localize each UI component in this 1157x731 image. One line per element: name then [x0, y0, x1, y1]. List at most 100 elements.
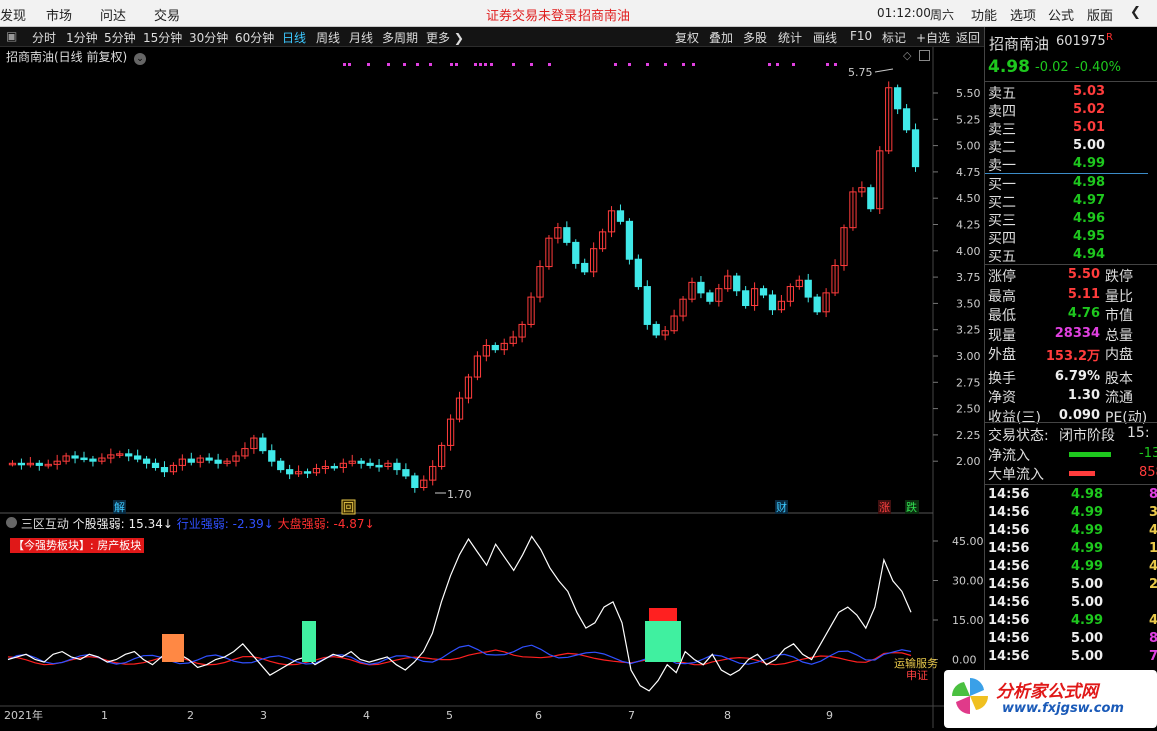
button-multi-stock[interactable]: 多股: [743, 29, 767, 46]
signal-dot: [490, 63, 493, 66]
tab-multi-period[interactable]: 多周期: [382, 29, 418, 46]
signal-dot: [768, 63, 771, 66]
indicator-tick-label: 0.00: [952, 654, 977, 667]
candle-body: [357, 460, 365, 464]
button-draw[interactable]: 画线: [813, 29, 837, 46]
signal-dot: [628, 63, 631, 66]
tab-weekly[interactable]: 周线: [316, 29, 340, 46]
indicator-name[interactable]: 三区互动: [21, 517, 69, 531]
stat-value: 153.2万: [1045, 349, 1100, 364]
tab-5min[interactable]: 5分钟: [104, 29, 136, 46]
candle-body: [768, 294, 777, 311]
signal-dot: [614, 63, 617, 66]
candle-body: [35, 462, 43, 466]
tab-60min[interactable]: 60分钟: [235, 29, 274, 46]
indicator-tick-label: 15.00: [952, 614, 984, 627]
tab-intraday[interactable]: 分时: [32, 29, 56, 46]
menu-trade[interactable]: 交易: [154, 5, 180, 24]
price-tick-label: 2.75: [956, 376, 981, 389]
menu-market[interactable]: 市场: [46, 5, 72, 24]
marker-unlock[interactable]: 解: [114, 500, 125, 514]
signal-dot: [792, 63, 795, 66]
stat-label2: 内盘: [1105, 347, 1133, 363]
candle-body: [581, 262, 589, 273]
chart-diamond-icon[interactable]: ◇: [903, 49, 911, 62]
stock-strength-value: 15.34: [128, 517, 163, 531]
big-inflow-value: 858: [1139, 465, 1157, 480]
menu-discover[interactable]: 发现: [0, 5, 26, 24]
net-inflow-bar: [1069, 452, 1111, 457]
tick-time: 14:56: [988, 505, 1030, 520]
tab-1min[interactable]: 1分钟: [66, 29, 98, 46]
tick-volume: 2: [1149, 577, 1157, 592]
price-tick-label: 4.75: [956, 166, 981, 179]
legend-transport: 运输服务: [894, 656, 938, 670]
signal-dot: [474, 63, 477, 66]
stat-label2: PE(动): [1105, 409, 1148, 426]
button-stats[interactable]: 统计: [778, 29, 802, 46]
candle-body: [330, 465, 338, 469]
signal-dot: [776, 63, 779, 66]
candle-body: [902, 108, 911, 131]
tick-volume: 8: [1149, 631, 1157, 646]
indicator-options-icon[interactable]: [6, 517, 17, 528]
button-adjust[interactable]: 复权: [675, 29, 699, 46]
collapse-icon[interactable]: ❮: [1130, 5, 1141, 20]
tick-price: 4.99: [1071, 613, 1104, 628]
button-f10[interactable]: F10: [850, 29, 872, 43]
price-tick-label: 5.00: [956, 140, 981, 153]
market-strength-line: [7, 649, 912, 666]
candle-body: [697, 281, 705, 294]
chart-maximize-icon[interactable]: [919, 50, 930, 61]
candle-body: [71, 455, 79, 459]
panel-toggle-icon[interactable]: ▣: [6, 29, 17, 43]
net-inflow-value: -13: [1139, 446, 1157, 461]
tick-price: 4.99: [1071, 541, 1104, 556]
candle-body: [563, 227, 571, 243]
marker-rise[interactable]: 涨: [879, 501, 890, 514]
divider: [985, 422, 1157, 423]
marker-finance[interactable]: 财: [776, 500, 787, 514]
marker-buyback[interactable]: 回: [343, 501, 354, 514]
marker-fall[interactable]: 跌: [906, 500, 917, 514]
bid-row-price: 4.94: [1073, 247, 1106, 262]
signal-dot: [682, 63, 685, 66]
tab-15min[interactable]: 15分钟: [143, 29, 182, 46]
time-tick-label: 2021年: [4, 708, 43, 722]
ask-row-price: 5.02: [1073, 102, 1106, 117]
menu-formula[interactable]: 公式: [1048, 5, 1074, 24]
low-price-mark: 1.70: [447, 488, 472, 501]
menu-ask[interactable]: 问达: [100, 5, 126, 24]
tab-more[interactable]: 更多 ❯: [426, 29, 464, 46]
candle-body: [375, 464, 383, 468]
quote-change: -0.02: [1035, 60, 1069, 75]
chart-area[interactable]: 5.50 5.25 5.00 4.75 4.50 4.25 4.00 3.75 3.50 3.25…: [0, 47, 984, 728]
menu-options[interactable]: 选项: [1010, 5, 1036, 24]
tab-monthly[interactable]: 月线: [349, 29, 373, 46]
kline-chart-svg[interactable]: 5.50 5.25 5.00 4.75 4.50 4.25 4.00 3.75 3.50 3.25…: [0, 47, 984, 728]
button-back[interactable]: 返回: [956, 29, 980, 46]
button-add-watch[interactable]: +自选: [916, 29, 950, 46]
watermark-title: 分析家公式网: [996, 682, 1098, 702]
button-mark[interactable]: 标记: [882, 29, 906, 46]
tick-volume: 7: [1149, 649, 1157, 664]
indicator-tick-label: 45.00: [952, 535, 984, 548]
signal-dot: [646, 63, 649, 66]
tab-30min[interactable]: 30分钟: [189, 29, 228, 46]
signal-dot: [512, 63, 515, 66]
tab-daily[interactable]: 日线: [282, 29, 306, 46]
time-tick-label: 5: [446, 709, 453, 722]
signal-dot: [429, 63, 432, 66]
tick-time: 14:56: [988, 631, 1030, 646]
chart-options-icon[interactable]: ⌄: [134, 53, 147, 65]
ask-row-price: 5.00: [1073, 138, 1106, 153]
down-arrow-icon: ↓: [364, 517, 375, 531]
candle-body: [205, 457, 213, 461]
menu-function[interactable]: 功能: [971, 5, 997, 24]
login-notice[interactable]: 证券交易未登录: [486, 5, 577, 24]
signal-dot: [403, 63, 406, 66]
signal-dot: [530, 63, 533, 66]
button-overlay[interactable]: 叠加: [709, 29, 733, 46]
watermark-logo-icon: [950, 676, 990, 716]
menu-layout[interactable]: 版面: [1087, 5, 1113, 24]
